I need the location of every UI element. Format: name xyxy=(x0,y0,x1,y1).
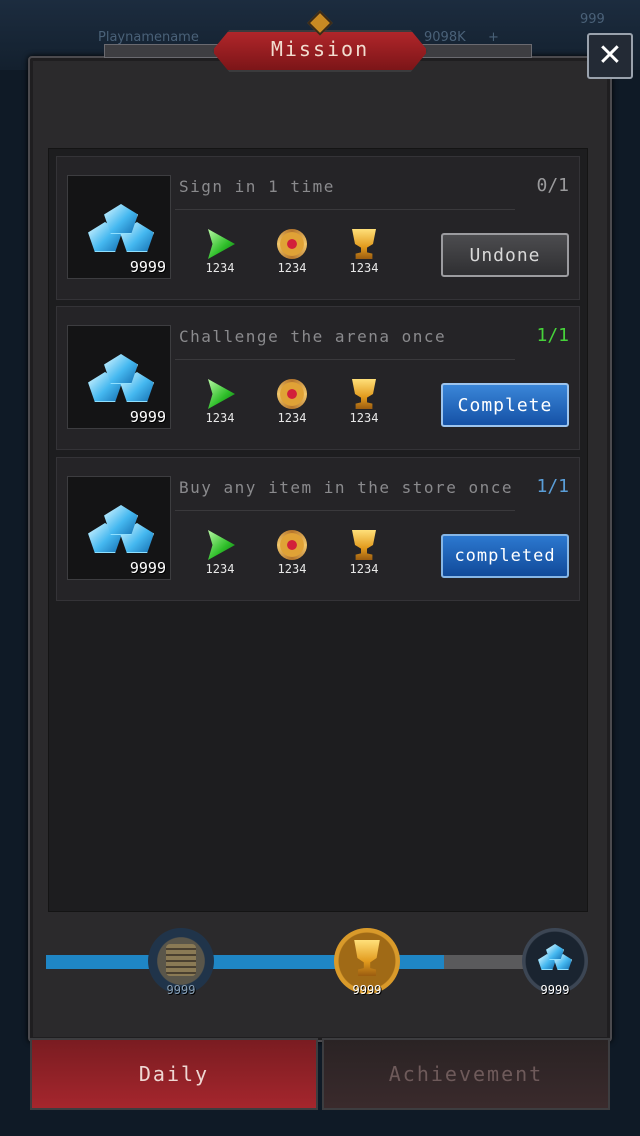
reward-thumbnail-count: 9999 xyxy=(129,408,166,426)
reward-green-item: 1234 xyxy=(195,530,245,576)
reward-thumbnail: 9999 xyxy=(67,175,171,279)
reward-green-item: 1234 xyxy=(195,229,245,275)
emblem-icon xyxy=(277,379,307,409)
reward-trophy-item: 1234 xyxy=(339,530,389,576)
mission-title: Challenge the arena once xyxy=(179,327,447,346)
reward-emblem-item: 1234 xyxy=(267,229,317,275)
green-arrow-icon xyxy=(208,379,235,409)
dialog-title: Mission xyxy=(270,37,370,61)
mission-row-store: 9999 Buy any item in the store once 1/1 … xyxy=(56,457,580,601)
gems-icon xyxy=(80,501,160,561)
currency-plus: + xyxy=(488,30,499,45)
reward-emblem-item: 1234 xyxy=(267,530,317,576)
reward-green-item: 1234 xyxy=(195,379,245,425)
daily-progress-bar xyxy=(46,955,556,969)
reward-count: 1234 xyxy=(349,562,379,576)
corner-value: 999 xyxy=(580,12,605,27)
reward-count: 1234 xyxy=(277,411,307,425)
mission-progress: 1/1 xyxy=(536,325,569,346)
green-arrow-icon xyxy=(208,530,235,560)
close-icon: ✕ xyxy=(597,38,623,73)
reward-count: 1234 xyxy=(349,411,379,425)
player-name: Playnamename xyxy=(98,30,199,45)
milestone-count: 9999 xyxy=(540,983,570,997)
reward-thumbnail: 9999 xyxy=(67,476,171,580)
gems-icon xyxy=(80,200,160,260)
trophy-icon xyxy=(352,379,376,409)
coins-icon xyxy=(166,944,196,976)
row-divider xyxy=(175,209,515,210)
trophy-icon xyxy=(352,229,376,259)
trophy-icon xyxy=(354,940,380,976)
close-button[interactable]: ✕ xyxy=(587,33,633,79)
reward-thumbnail-count: 9999 xyxy=(129,559,166,577)
currency-value: 9098K xyxy=(424,30,466,45)
reward-trophy-item: 1234 xyxy=(339,229,389,275)
milestone-count: 9999 xyxy=(166,983,196,997)
undone-button[interactable]: Undone xyxy=(441,233,569,277)
tab-achievement[interactable]: Achievement xyxy=(322,1038,610,1110)
title-wing-right xyxy=(420,44,532,58)
reward-emblem-item: 1234 xyxy=(267,379,317,425)
mission-title: Buy any item in the store once xyxy=(179,478,513,497)
complete-button[interactable]: Complete xyxy=(441,383,569,427)
reward-count: 1234 xyxy=(205,411,235,425)
mission-title: Sign in 1 time xyxy=(179,177,335,196)
mission-row-arena: 9999 Challenge the arena once 1/1 1234 1… xyxy=(56,306,580,450)
completed-button[interactable]: completed xyxy=(441,534,569,578)
reward-thumbnail: 9999 xyxy=(67,325,171,429)
green-arrow-icon xyxy=(208,229,235,259)
reward-thumbnail-count: 9999 xyxy=(129,258,166,276)
gems-icon xyxy=(538,942,578,974)
emblem-icon xyxy=(277,530,307,560)
row-divider xyxy=(175,510,515,511)
mission-row-sign-in: 9999 Sign in 1 time 0/1 1234 1234 1234 U… xyxy=(56,156,580,300)
emblem-icon xyxy=(277,229,307,259)
gems-icon xyxy=(80,350,160,410)
reward-count: 1234 xyxy=(277,562,307,576)
reward-count: 1234 xyxy=(205,562,235,576)
title-wing-left xyxy=(104,44,220,58)
reward-count: 1234 xyxy=(277,261,307,275)
row-divider xyxy=(175,359,515,360)
mission-progress: 1/1 xyxy=(536,476,569,497)
reward-trophy-item: 1234 xyxy=(339,379,389,425)
trophy-icon xyxy=(352,530,376,560)
milestone-count: 9999 xyxy=(352,983,382,997)
reward-count: 1234 xyxy=(205,261,235,275)
mission-progress: 0/1 xyxy=(536,175,569,196)
reward-count: 1234 xyxy=(349,261,379,275)
tab-daily[interactable]: Daily xyxy=(30,1038,318,1110)
